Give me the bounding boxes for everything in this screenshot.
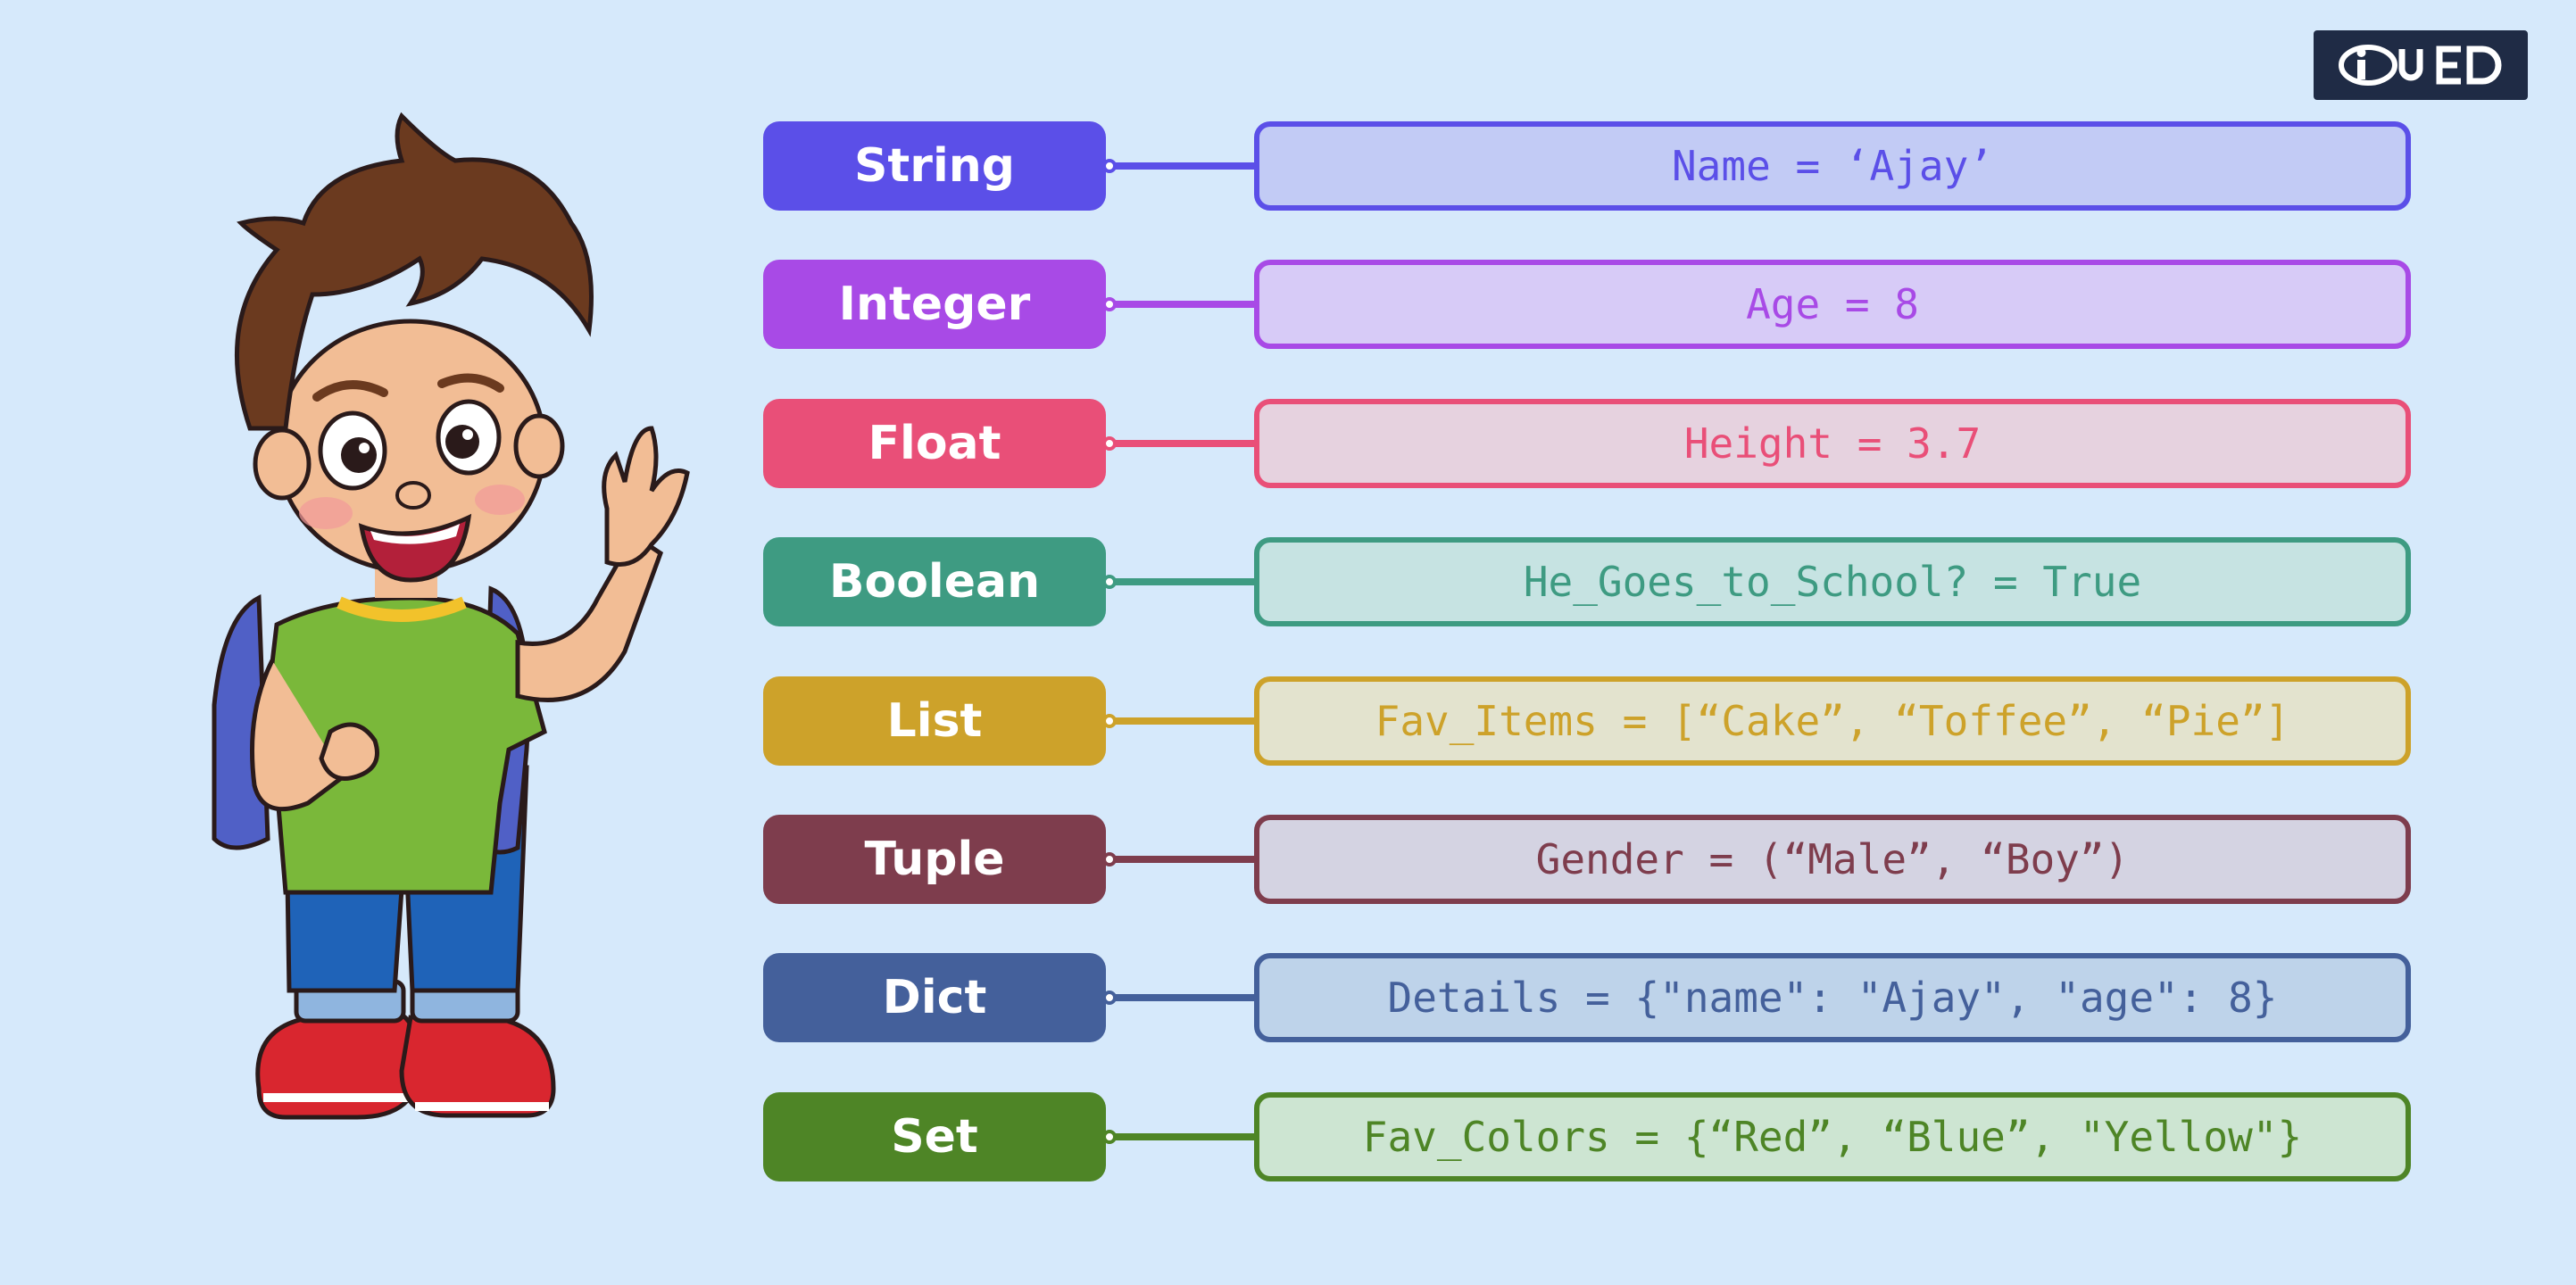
type-label: Float xyxy=(763,399,1106,488)
logo-mark xyxy=(2339,45,2502,86)
connector-dot xyxy=(1102,159,1117,173)
example-value-box: Age = 8 xyxy=(1254,260,2411,349)
connector-dot xyxy=(1102,1130,1117,1144)
type-label: Boolean xyxy=(763,537,1106,626)
data-type-row: Dict Details = {"name": "Ajay", "age": 8} xyxy=(763,953,2414,1046)
iqued-logo xyxy=(2314,30,2528,100)
connector-dot xyxy=(1102,575,1117,589)
connector-dot xyxy=(1102,297,1117,311)
data-type-row: List Fav_Items = [“Cake”, “Toffee”, “Pie”… xyxy=(763,676,2414,769)
data-type-row: Integer Age = 8 xyxy=(763,260,2414,352)
data-type-row: String Name = ‘Ajay’ xyxy=(763,121,2414,214)
left-shoe xyxy=(255,1007,422,1120)
type-label: Dict xyxy=(763,953,1106,1042)
boy-illustration xyxy=(212,112,690,1120)
type-label: Set xyxy=(763,1092,1106,1181)
example-value-box: Height = 3.7 xyxy=(1254,399,2411,488)
connector-dot xyxy=(1102,714,1117,728)
connector-dot xyxy=(1102,991,1117,1005)
connector-dot xyxy=(1102,436,1117,451)
example-value-box: Name = ‘Ajay’ xyxy=(1254,121,2411,211)
type-label: String xyxy=(763,121,1106,211)
example-value-box: He_Goes_to_School? = True xyxy=(1254,537,2411,626)
example-value-box: Fav_Items = [“Cake”, “Toffee”, “Pie”] xyxy=(1254,676,2411,766)
type-label: List xyxy=(763,676,1106,766)
right-shoe xyxy=(399,1015,556,1118)
data-type-row: Tuple Gender = (“Male”, “Boy”) xyxy=(763,815,2414,908)
type-label: Integer xyxy=(763,260,1106,349)
data-type-row: Set Fav_Colors = {“Red”, “Blue”, "Yellow"… xyxy=(763,1092,2414,1185)
example-value-box: Details = {"name": "Ajay", "age": 8} xyxy=(1254,953,2411,1042)
data-type-row: Boolean He_Goes_to_School? = True xyxy=(763,537,2414,630)
data-type-row: Float Height = 3.7 xyxy=(763,399,2414,492)
type-label: Tuple xyxy=(763,815,1106,904)
example-value-box: Fav_Colors = {“Red”, “Blue”, "Yellow"} xyxy=(1254,1092,2411,1181)
example-value-box: Gender = (“Male”, “Boy”) xyxy=(1254,815,2411,904)
connector-dot xyxy=(1102,852,1117,866)
